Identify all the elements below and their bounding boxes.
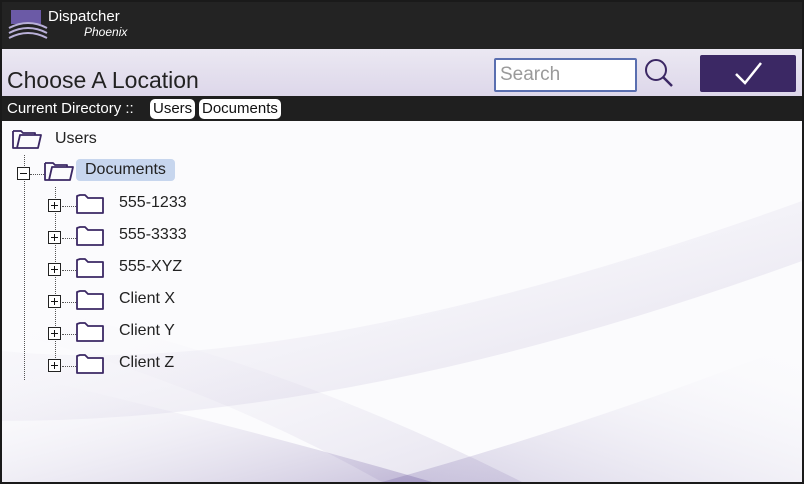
tree-connector <box>62 334 76 335</box>
tree-node-label: 555-XYZ <box>119 258 183 275</box>
tree-connector <box>24 155 25 380</box>
search-icon <box>645 59 673 87</box>
tree-node-label: Client X <box>119 290 176 307</box>
dispatcher-logo-icon <box>8 10 48 39</box>
folder-open-icon <box>44 162 74 181</box>
folder-icon <box>76 258 104 278</box>
breadcrumb-item-documents[interactable]: Documents <box>199 99 281 119</box>
folder-open-icon <box>12 130 42 149</box>
search-button[interactable] <box>640 57 676 91</box>
tree-node-folder[interactable]: Client Z <box>75 349 275 377</box>
tree-node-folder[interactable]: 555-1233 <box>75 189 275 217</box>
page-title: Choose A Location <box>7 67 199 93</box>
expand-toggle[interactable] <box>48 231 61 244</box>
expand-toggle[interactable] <box>48 263 61 276</box>
tree-connector <box>62 270 76 271</box>
folder-icon <box>76 354 104 374</box>
expand-toggle[interactable] <box>48 359 61 372</box>
tree-node-label: Users <box>55 130 97 147</box>
folder-tree: Users Documents 555-1233 555-3333 555-XY… <box>2 121 802 482</box>
confirm-button[interactable] <box>700 55 796 92</box>
tree-connector <box>62 206 76 207</box>
tree-node-documents[interactable]: Documents <box>42 157 242 185</box>
tree-node-label: Client Y <box>119 322 175 339</box>
tree-node-label: 555-1233 <box>119 194 187 211</box>
folder-icon <box>76 194 104 214</box>
tree-node-label: Client Z <box>119 354 175 371</box>
tree-node-folder[interactable]: Client X <box>75 285 275 313</box>
search-input[interactable] <box>494 58 637 92</box>
tree-node-folder[interactable]: 555-XYZ <box>75 253 275 281</box>
tree-node-users[interactable]: Users <box>10 125 210 153</box>
collapse-toggle[interactable] <box>17 167 30 180</box>
folder-icon <box>76 290 104 310</box>
tree-connector <box>62 238 76 239</box>
brand-bar: Dispatcher Phoenix <box>2 2 802 49</box>
breadcrumb: Current Directory :: Users Documents <box>2 96 802 121</box>
folder-icon <box>76 226 104 246</box>
breadcrumb-label: Current Directory :: <box>7 100 134 117</box>
tree-node-label: 555-3333 <box>119 226 187 243</box>
tree-node-label: Documents <box>76 159 175 181</box>
brand-name: Dispatcher <box>48 8 120 25</box>
breadcrumb-item-users[interactable]: Users <box>150 99 196 119</box>
expand-toggle[interactable] <box>48 295 61 308</box>
tree-connector <box>62 302 76 303</box>
expand-toggle[interactable] <box>48 327 61 340</box>
checkmark-icon <box>735 62 762 85</box>
expand-toggle[interactable] <box>48 199 61 212</box>
title-bar: Choose A Location <box>2 49 802 96</box>
app-window: Dispatcher Phoenix Choose A Location Cur… <box>0 0 804 484</box>
folder-icon <box>76 322 104 342</box>
tree-node-folder[interactable]: Client Y <box>75 317 275 345</box>
tree-node-folder[interactable]: 555-3333 <box>75 221 275 249</box>
tree-connector <box>62 366 76 367</box>
brand-subtitle: Phoenix <box>84 25 128 39</box>
